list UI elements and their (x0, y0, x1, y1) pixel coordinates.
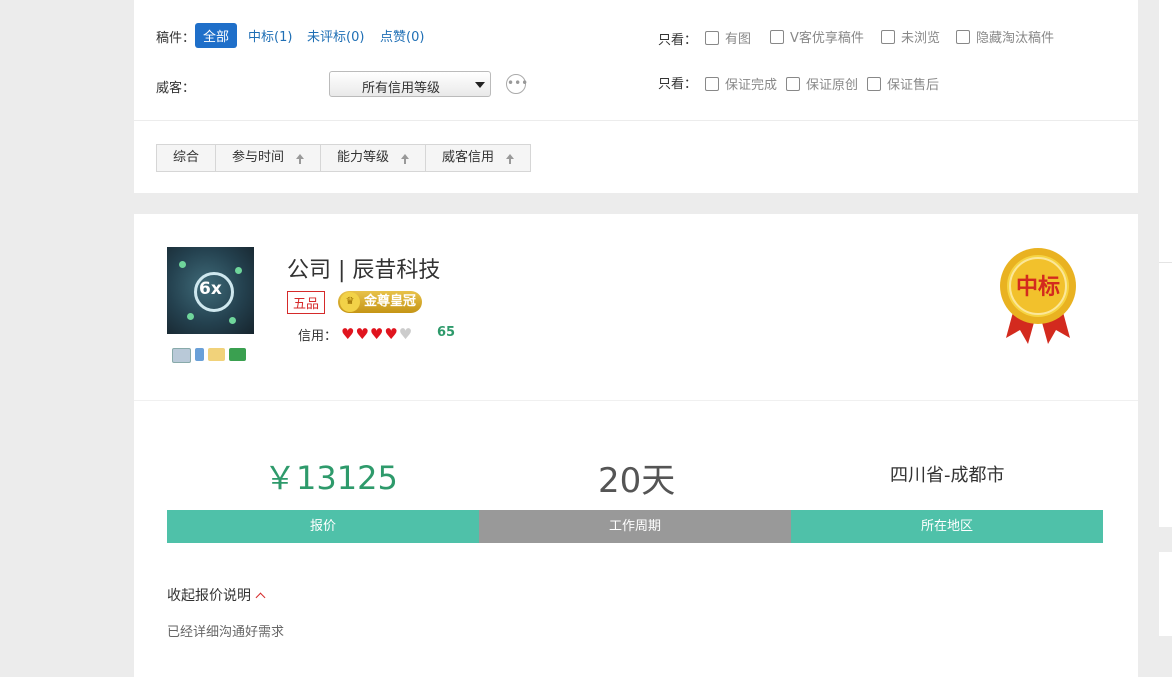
checkbox-icon[interactable] (705, 31, 719, 45)
credit-label: 信用： (298, 329, 338, 344)
arrow-up-icon (506, 153, 515, 164)
period-label-bar: 工作周期 (479, 510, 791, 543)
filter-unviewed[interactable]: 未浏览 (881, 27, 940, 46)
divider (134, 400, 1138, 401)
crown-level-badge: ♛ 金尊皇冠 (338, 291, 423, 313)
filter-hide-eliminated[interactable]: 隐藏淘汰稿件 (956, 27, 1054, 46)
medal-text: 中标 (1016, 274, 1060, 300)
sort-weike-credit[interactable]: 威客信用 (426, 145, 530, 171)
price-label-bar: 报价 (167, 510, 479, 543)
drafts-label: 稿件： (156, 31, 196, 46)
company-name[interactable]: 公司 | 辰昔科技 (287, 252, 440, 284)
sort-ability-level[interactable]: 能力等级 (321, 145, 427, 171)
more-options-icon[interactable]: ••• (506, 74, 528, 94)
quote-description-text: 已经详细沟通好需求 (167, 625, 285, 640)
divider (134, 120, 1138, 121)
bid-card: 6x 公司 | 辰昔科技 五品 ♛ 金尊皇冠 信用： ♥♥♥♥♥ 65 中标 ￥… (134, 214, 1138, 677)
tab-all[interactable]: 全部 (195, 23, 238, 48)
filter-guarantee-original[interactable]: 保证原创 (786, 74, 858, 93)
credit-select-value: 所有信用等级 (362, 81, 441, 96)
filter-guarantee-aftersale[interactable]: 保证售后 (867, 74, 939, 93)
checkbox-icon[interactable] (786, 77, 800, 91)
credit-score: 65 (437, 325, 456, 340)
right-sidebar-panel (1159, 262, 1172, 527)
credit-hearts-icon: ♥♥♥♥♥ (341, 325, 414, 343)
sort-comprehensive[interactable]: 综合 (157, 145, 217, 171)
filter-v-premium[interactable]: V客优享稿件 (770, 27, 864, 46)
right-sidebar-panel (1159, 0, 1172, 262)
checkbox-icon[interactable] (881, 30, 895, 44)
id-card-icon (172, 348, 191, 363)
avatar[interactable]: 6x (167, 247, 254, 334)
only-view-label-2: 只看： (658, 77, 698, 92)
arrow-up-icon (401, 153, 410, 164)
only-view-label: 只看： (658, 33, 698, 48)
checkbox-icon[interactable] (770, 30, 784, 44)
tab-liked[interactable]: 点赞(0) (372, 23, 432, 48)
checkbox-icon[interactable] (867, 77, 881, 91)
filter-guarantee-complete[interactable]: 保证完成 (705, 74, 777, 93)
sort-join-time[interactable]: 参与时间 (216, 145, 322, 171)
phone-icon (195, 348, 204, 361)
region-label-bar: 所在地区 (791, 510, 1103, 543)
region: 四川省-成都市 (890, 465, 1005, 486)
tab-winning[interactable]: 中标(1) (240, 23, 300, 48)
chevron-up-icon (255, 592, 266, 603)
checkbox-icon[interactable] (705, 77, 719, 91)
filter-panel: 稿件： 全部 中标(1) 未评标(0) 点赞(0) 只看： 有图 V客优享稿件 … (134, 0, 1138, 193)
filter-has-image[interactable]: 有图 (705, 28, 751, 47)
sort-bar: 综合 参与时间 能力等级 威客信用 (156, 144, 532, 172)
crown-icon: ♛ (340, 292, 360, 312)
verification-icons (172, 348, 246, 363)
winning-medal-icon: 中标 (1000, 248, 1076, 344)
checkbox-icon[interactable] (956, 30, 970, 44)
bid-price: ￥13125 (264, 459, 398, 497)
rank-badge: 五品 (287, 291, 326, 314)
tab-unrated[interactable]: 未评标(0) (299, 23, 372, 48)
right-sidebar-panel (1159, 552, 1172, 636)
work-period: 20天 (598, 461, 676, 501)
collapse-quote-description-toggle[interactable]: 收起报价说明 (167, 585, 266, 605)
chevron-down-icon (475, 82, 485, 88)
weike-label: 威客： (156, 81, 196, 96)
avatar-logo: 6x (199, 279, 222, 299)
arrow-up-icon (296, 153, 305, 164)
credit-level-select[interactable]: 所有信用等级 (329, 71, 491, 97)
email-icon (208, 348, 225, 361)
bank-card-icon (229, 348, 246, 361)
